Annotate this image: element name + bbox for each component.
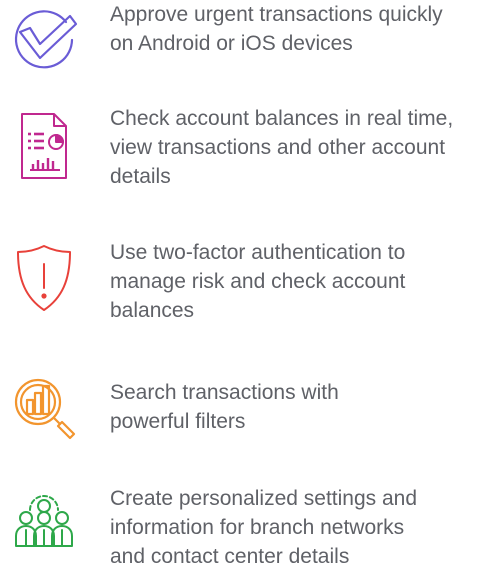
shield-alert-icon	[8, 242, 80, 314]
feature-text: Approve urgent transactions quickly on A…	[110, 3, 443, 55]
chart-search-icon	[8, 372, 80, 444]
report-document-icon	[8, 108, 80, 180]
feature-text: Search transactions with powerful filter…	[110, 381, 339, 433]
feature-text: Use two-factor authentication to manage …	[110, 241, 406, 322]
feature-text: Create personalized settings and informa…	[110, 487, 418, 568]
checkmark-circle-icon	[8, 2, 80, 74]
team-settings-icon	[8, 480, 80, 552]
feature-text: Check account balances in real time, vie…	[110, 107, 454, 188]
